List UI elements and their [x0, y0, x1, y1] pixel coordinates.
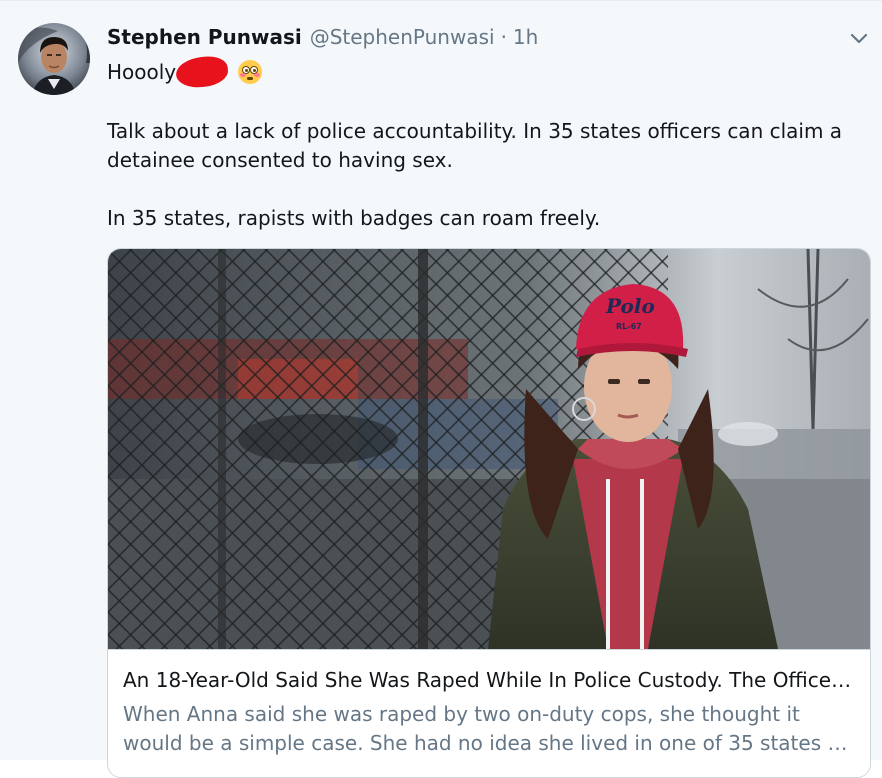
- author-avatar[interactable]: [18, 23, 90, 95]
- cap-logo-subtext: RL-67: [616, 322, 642, 331]
- tweet[interactable]: Stephen Punwasi @StephenPunwasi · 1h Hoo…: [0, 0, 882, 778]
- separator-dot: ·: [500, 25, 507, 49]
- card-image[interactable]: Polo RL-67: [108, 249, 870, 649]
- author-name[interactable]: Stephen Punwasi: [107, 25, 302, 49]
- card-body[interactable]: An 18-Year-Old Said She Was Raped While …: [108, 649, 870, 777]
- card-description: When Anna said she was raped by two on-d…: [123, 702, 848, 755]
- tweet-timestamp[interactable]: 1h: [513, 25, 538, 49]
- card-title[interactable]: An 18-Year-Old Said She Was Raped While …: [123, 666, 858, 694]
- tweet-paragraph-2: Talk about a lack of police accountabili…: [107, 119, 843, 172]
- tweet-text: Hoooly: [107, 54, 867, 90]
- cap-logo-text: Polo: [605, 294, 655, 318]
- link-preview-card[interactable]: Polo RL-67 An 18-Year-Old Said She Was R…: [107, 248, 871, 778]
- chevron-down-icon[interactable]: [848, 27, 870, 49]
- tweet-paragraph-3: In 35 states, rapists with badges can ro…: [107, 206, 601, 230]
- tweet-text-prefix: Hoooly: [107, 59, 177, 84]
- tweet-text-line1: Hoooly: [107, 54, 867, 90]
- avatar-image: [18, 23, 90, 95]
- flushed-face-icon: [238, 60, 263, 84]
- redaction-mark: [174, 54, 230, 90]
- tweet-header: Stephen Punwasi @StephenPunwasi · 1h: [107, 25, 538, 53]
- author-handle[interactable]: @StephenPunwasi: [310, 25, 495, 49]
- card-photo: Polo RL-67: [108, 249, 870, 649]
